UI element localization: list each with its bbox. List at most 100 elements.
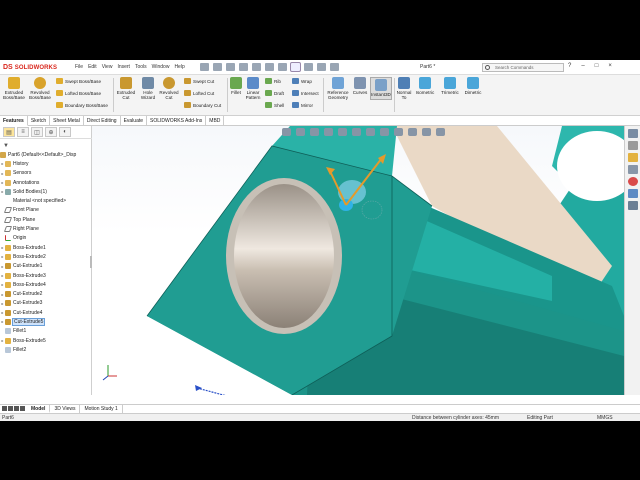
graphics-area[interactable]: [92, 126, 624, 395]
tab-scroll-arrows[interactable]: [0, 405, 27, 413]
menu-view[interactable]: View: [102, 64, 113, 70]
tree-item[interactable]: Fillet2: [0, 345, 92, 354]
tab-evaluate[interactable]: Evaluate: [121, 116, 148, 126]
appearances-icon[interactable]: [627, 177, 638, 186]
tree-item[interactable]: ▸ Cut-Extrude4: [0, 308, 92, 317]
search-commands-input[interactable]: Search Commands: [482, 63, 564, 72]
tree-item[interactable]: ▸ Boss-Extrude1: [0, 243, 92, 252]
reference-geometry-button[interactable]: Reference Geometry: [325, 77, 351, 100]
view-settings-icon[interactable]: [422, 128, 431, 136]
lofted-cut-button[interactable]: Lofted Cut: [184, 90, 214, 96]
section-view-icon[interactable]: [324, 128, 333, 136]
tree-item[interactable]: Top Plane: [0, 215, 92, 224]
instant3d-button[interactable]: Instant3D: [370, 77, 392, 100]
edit-appearance-icon[interactable]: [394, 128, 403, 136]
dimxpert-manager-icon[interactable]: ⊕: [45, 127, 57, 137]
swept-boss-button[interactable]: Swept Boss/Base: [56, 78, 101, 84]
status-units[interactable]: MMGS: [597, 415, 613, 421]
tab-direct-editing[interactable]: Direct Editing: [84, 116, 121, 126]
menu-edit[interactable]: Edit: [88, 64, 97, 70]
print-icon[interactable]: [252, 63, 261, 71]
tree-item[interactable]: ▸ Annotations: [0, 178, 92, 187]
dynamic-annotation-icon[interactable]: [338, 128, 347, 136]
tab-features[interactable]: Features: [0, 116, 28, 126]
isometric-button[interactable]: Isometric: [414, 77, 436, 95]
tree-item[interactable]: Front Plane: [0, 206, 92, 215]
tree-item[interactable]: ▸ Boss-Extrude3: [0, 271, 92, 280]
tree-root-part[interactable]: Part6 (Default<<Default>_Disp: [0, 150, 92, 159]
fillet-button[interactable]: Fillet: [228, 77, 244, 95]
home-icon[interactable]: [200, 63, 209, 71]
linear-pattern-button[interactable]: Linear Pattern: [244, 77, 262, 100]
extruded-cut-button[interactable]: Extruded Cut: [115, 77, 137, 100]
redo-icon[interactable]: [278, 63, 287, 71]
forum-icon[interactable]: [627, 201, 638, 210]
tab-sketch[interactable]: Sketch: [28, 116, 51, 126]
feature-manager-tree-icon[interactable]: ▤: [3, 127, 15, 137]
tree-item[interactable]: ▸ History: [0, 159, 92, 168]
dimetric-button[interactable]: Dimetric: [463, 77, 483, 95]
tab-mbd[interactable]: MBD: [206, 116, 225, 126]
tree-item[interactable]: Origin: [0, 234, 92, 243]
view-palette-icon[interactable]: [627, 165, 638, 174]
apply-scene-icon[interactable]: [408, 128, 417, 136]
property-manager-icon[interactable]: ≡: [17, 127, 29, 137]
file-explorer-icon[interactable]: [627, 153, 638, 162]
configuration-manager-icon[interactable]: ◫: [31, 127, 43, 137]
curves-button[interactable]: Curves: [352, 77, 368, 95]
menu-file[interactable]: File: [75, 64, 83, 70]
trimetric-button[interactable]: Trimetric: [439, 77, 461, 95]
display-style-icon[interactable]: [366, 128, 375, 136]
close-button[interactable]: ×: [608, 63, 612, 69]
lofted-boss-button[interactable]: Lofted Boss/Base: [56, 90, 101, 96]
tree-item[interactable]: ▸ Cut-Extrude1: [0, 262, 92, 271]
tree-item[interactable]: ▸ Cut-Extrude3: [0, 299, 92, 308]
options-gear-icon[interactable]: [330, 63, 339, 71]
open-icon[interactable]: [226, 63, 235, 71]
file-properties-icon[interactable]: [317, 63, 326, 71]
tree-item[interactable]: ▸ Boss-Extrude2: [0, 252, 92, 261]
menu-tools[interactable]: Tools: [135, 64, 147, 70]
tree-item[interactable]: ▸ Cut-Extrude5: [0, 317, 92, 326]
tree-item[interactable]: ▸ Sensors: [0, 169, 92, 178]
tree-item[interactable]: ▸ Boss-Extrude4: [0, 280, 92, 289]
revolved-cut-button[interactable]: Revolved Cut: [158, 77, 180, 100]
monitor-icon[interactable]: [436, 128, 445, 136]
tab-sheet-metal[interactable]: Sheet Metal: [50, 116, 84, 126]
filter-icon[interactable]: ▼: [3, 143, 9, 149]
tab-model[interactable]: Model: [27, 405, 51, 413]
boundary-boss-button[interactable]: Boundary Boss/Base: [56, 102, 108, 108]
custom-properties-icon[interactable]: [627, 189, 638, 198]
tab-solidworks-add-ins[interactable]: SOLIDWORKS Add-Ins: [147, 116, 207, 126]
new-document-icon[interactable]: [213, 63, 222, 71]
wrap-button[interactable]: Wrap: [292, 78, 312, 84]
rebuild-icon[interactable]: [304, 63, 313, 71]
extruded-boss-button[interactable]: Extruded Boss/Base: [2, 77, 26, 100]
boundary-cut-button[interactable]: Boundary Cut: [184, 102, 221, 108]
normal-to-button[interactable]: Normal To: [396, 77, 412, 100]
zoom-to-area-icon[interactable]: [296, 128, 305, 136]
menu-insert[interactable]: Insert: [117, 64, 130, 70]
help-button[interactable]: ?: [568, 63, 571, 69]
undo-icon[interactable]: [265, 63, 274, 71]
tree-item[interactable]: ▸ Cut-Extrude2: [0, 289, 92, 298]
hide-show-items-icon[interactable]: [380, 128, 389, 136]
mirror-button[interactable]: Mirror: [292, 102, 313, 108]
solidworks-logo[interactable]: DS SOLIDWORKS: [3, 63, 57, 72]
save-icon[interactable]: [239, 63, 248, 71]
menu-help[interactable]: Help: [174, 64, 184, 70]
tree-item[interactable]: ▸ Solid Bodies(1): [0, 187, 92, 196]
tree-item[interactable]: Fillet1: [0, 327, 92, 336]
revolved-boss-button[interactable]: Revolved Boss/Base: [27, 77, 53, 100]
minimize-button[interactable]: –: [581, 63, 584, 69]
maximize-button[interactable]: □: [595, 63, 599, 69]
select-pointer-icon[interactable]: [290, 62, 301, 72]
draft-button[interactable]: Draft: [265, 90, 284, 96]
solidworks-resources-icon[interactable]: [627, 129, 638, 138]
tree-item[interactable]: ▸ Boss-Extrude5: [0, 336, 92, 345]
tree-item[interactable]: Right Plane: [0, 224, 92, 233]
zoom-to-fit-icon[interactable]: [282, 128, 291, 136]
display-manager-icon[interactable]: ◐: [59, 127, 71, 137]
tab-3d-views[interactable]: 3D Views: [50, 405, 81, 413]
design-library-icon[interactable]: [627, 141, 638, 150]
